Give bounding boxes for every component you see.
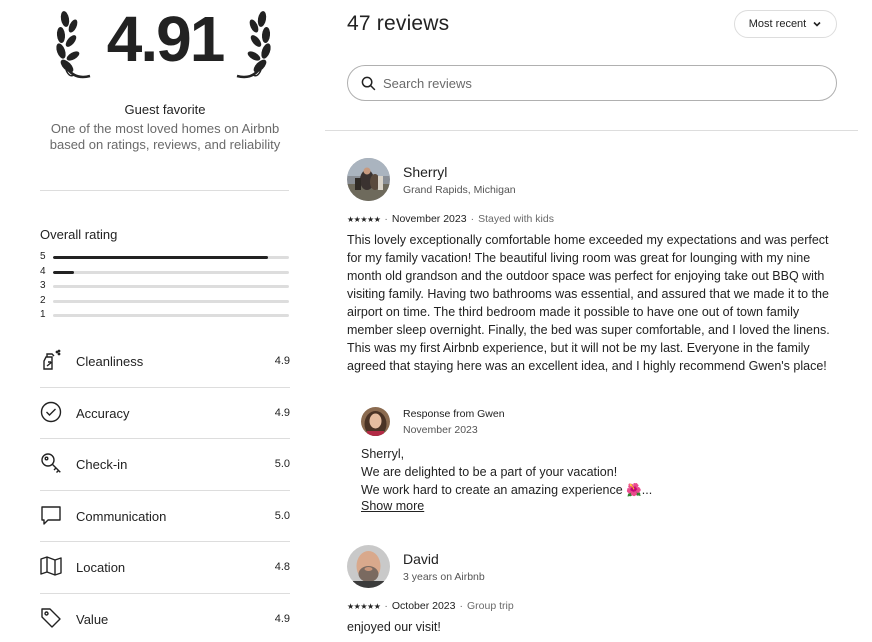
rating-bar-label: 5 <box>40 251 46 262</box>
summary-divider <box>40 190 289 191</box>
host-response-line: We work hard to create an amazing experi… <box>361 483 653 497</box>
rating-bar-label: 4 <box>40 265 46 277</box>
reviewer-location: Grand Rapids, Michigan <box>403 184 516 196</box>
rating-bar-track <box>53 299 289 303</box>
avatar[interactable] <box>347 158 390 201</box>
host-response-date: November 2023 <box>403 424 478 436</box>
sort-dropdown-button[interactable]: Most recent <box>734 10 837 38</box>
rating-bar-fill <box>53 270 75 274</box>
host-avatar[interactable] <box>361 407 390 436</box>
rating-bar-fill <box>53 256 268 259</box>
category-ratings-list: Cleanliness 4.9 Accuracy 4.9 Check-in 5.… <box>40 336 290 642</box>
review-text: enjoyed our visit! <box>347 620 441 634</box>
host-response-title: Response from Gwen <box>403 408 505 420</box>
rating-bar-row: 5 <box>40 251 290 266</box>
sort-label: Most recent <box>748 18 807 30</box>
tag-icon <box>41 607 61 628</box>
chevron-down-icon <box>813 21 821 27</box>
message-icon <box>41 505 61 525</box>
rating-bar-label: 3 <box>40 280 46 291</box>
host-response-line: Sherryl, <box>361 447 405 461</box>
rating-bar-row: 4 <box>40 266 290 281</box>
review-date: November 2023 <box>391 213 467 225</box>
category-row-cleanliness: Cleanliness 4.9 <box>40 336 290 388</box>
guest-favorite-description: One of the most loved homes on Airbnb ba… <box>49 121 281 152</box>
category-row-check-in: Check-in 5.0 <box>40 439 290 491</box>
host-response-text: Sherryl, We are delighted to be a part o… <box>361 445 652 499</box>
category-name: Cleanliness <box>76 354 144 369</box>
rating-bar-row: 2 <box>40 295 290 310</box>
review-text: This lovely exceptionally comfortable ho… <box>347 233 830 373</box>
map-icon <box>40 556 62 576</box>
category-name: Location <box>76 560 126 575</box>
rating-bar-label: 1 <box>40 309 46 320</box>
category-row-accuracy: Accuracy 4.9 <box>40 388 290 439</box>
meta-separator: · <box>459 600 464 612</box>
review-meta: ★★★★★ · October 2023 · Group trip <box>347 600 514 612</box>
rating-bar-track <box>53 285 289 288</box>
rating-bar-row: 3 <box>40 280 290 295</box>
rating-summary-panel: 4.91 Guest favorite One of the most love… <box>0 0 330 642</box>
meta-separator: · <box>384 600 388 612</box>
review-date: October 2023 <box>391 600 456 612</box>
category-value: 4.9 <box>274 406 290 419</box>
guest-favorite-label: Guest favorite <box>124 102 206 117</box>
reviewer-name: Sherryl <box>403 164 448 180</box>
trip-type: Stayed with kids <box>478 213 554 225</box>
rating-score-block: 4.91 <box>40 0 290 90</box>
star-rating: ★★★★★ <box>347 601 381 611</box>
rating-bar-label: 2 <box>40 294 46 306</box>
review-count-heading: 47 reviews <box>347 12 450 35</box>
reviewer-name: David <box>403 551 439 567</box>
category-row-location: Location 4.8 <box>40 542 290 594</box>
category-row-value: Value 4.9 <box>40 594 290 642</box>
avatar-photo <box>347 545 390 588</box>
rating-distribution: 5 4 3 2 1 <box>40 251 290 324</box>
rating-bar-track <box>53 314 289 317</box>
avatar[interactable] <box>347 545 390 588</box>
category-value: 4.9 <box>274 355 290 367</box>
reviewer-tenure: 3 years on Airbnb <box>403 571 485 583</box>
rating-bar-track <box>53 270 289 274</box>
trip-type: Group trip <box>467 600 514 612</box>
show-more-link[interactable]: Show more <box>361 499 424 513</box>
check-circle-icon <box>40 401 62 422</box>
spray-bottle-icon <box>43 349 61 370</box>
category-name: Accuracy <box>76 405 130 421</box>
key-icon <box>41 453 61 473</box>
search-input[interactable] <box>383 74 823 92</box>
reviews-header-divider <box>325 130 858 131</box>
category-value: 5.0 <box>274 458 290 470</box>
category-value: 4.8 <box>274 561 290 573</box>
category-name: Value <box>76 611 109 627</box>
meta-separator: · <box>470 213 475 225</box>
search-icon <box>361 76 376 91</box>
category-row-communication: Communication 5.0 <box>40 491 290 542</box>
rating-bar-track <box>53 256 289 259</box>
host-avatar-photo <box>361 407 390 436</box>
star-rating: ★★★★★ <box>347 214 381 224</box>
category-value: 5.0 <box>274 509 290 522</box>
rating-bar-row: 1 <box>40 309 290 324</box>
category-name: Check-in <box>76 457 128 472</box>
review-meta: ★★★★★ · November 2023 · Stayed with kids <box>347 213 554 225</box>
laurel-right-icon <box>236 11 271 79</box>
category-name: Communication <box>76 508 167 524</box>
avatar-photo <box>347 158 390 201</box>
host-response-line: We are delighted to be a part of your va… <box>361 465 618 479</box>
search-reviews-box[interactable] <box>347 65 837 101</box>
meta-separator: · <box>384 213 388 225</box>
overall-rating-title: Overall rating <box>40 227 118 242</box>
category-value: 4.9 <box>274 612 290 625</box>
